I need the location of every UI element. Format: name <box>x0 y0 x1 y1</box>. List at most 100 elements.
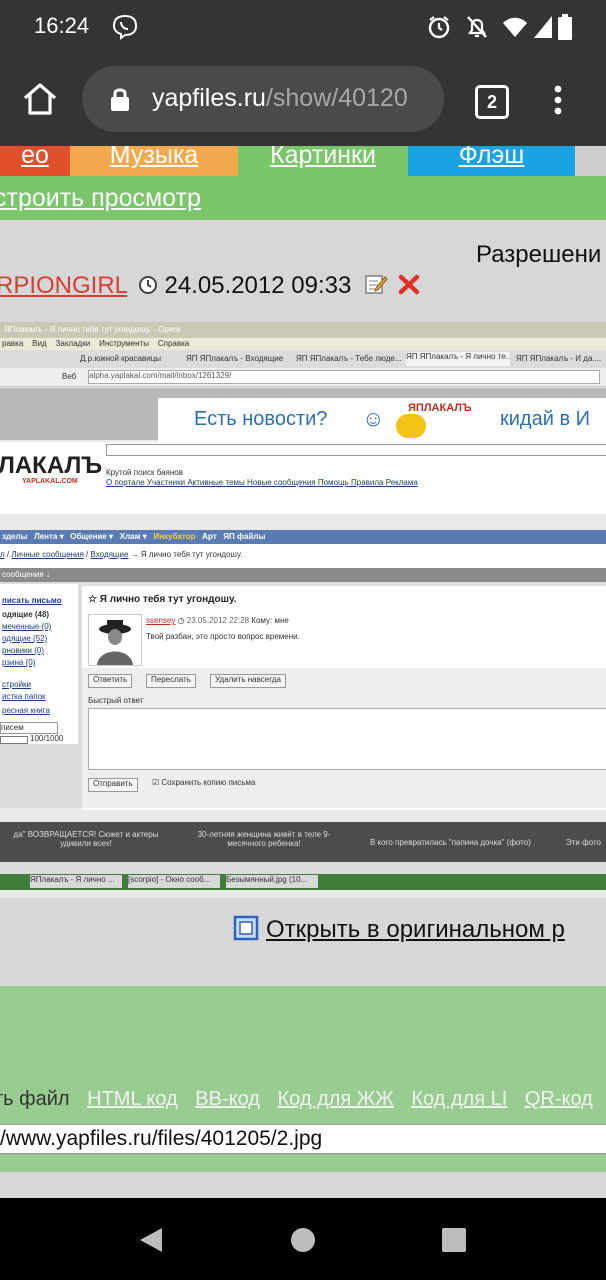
tab-flash-label: Флэш <box>458 146 525 169</box>
url-text: yapfiles.ru/show/40120 <box>152 84 408 113</box>
browser-toolbar: yapfiles.ru/show/40120 2 <box>0 56 606 146</box>
bb-code-link[interactable]: BB-код <box>195 1088 260 1110</box>
clock-icon <box>138 276 157 294</box>
tab-pictures-label: Картинки <box>270 146 376 169</box>
tab-video[interactable]: ео <box>0 146 70 176</box>
shot-top-link: Помощь <box>317 478 349 487</box>
shot-breadcrumb-link: Входящие <box>90 550 129 559</box>
file-label: ть файл <box>0 1088 70 1110</box>
tab-music[interactable]: Музыка <box>70 146 238 176</box>
status-bar: 16:24 <box>0 0 606 56</box>
open-original-row: Открыть в оригинальном р <box>232 914 565 944</box>
lj-code-link[interactable]: Код для ЖЖ <box>278 1088 394 1110</box>
alarm-icon <box>428 16 450 39</box>
tab-pictures[interactable]: Картинки <box>238 146 408 176</box>
shot-smile-icon: ☺ <box>362 406 385 431</box>
shot-menu-bar-item: Лента ▾ <box>34 532 64 541</box>
battery-icon <box>558 14 572 40</box>
shot-search-input <box>106 444 606 456</box>
edit-icon[interactable] <box>364 273 388 295</box>
shot-menu-item: Справка <box>157 339 190 348</box>
author-link[interactable]: RPIONGIRL <box>0 272 127 299</box>
shot-menu-items: зделы Лента ▾ Общение ▾ Хлам ▾ Инкубатор… <box>2 532 265 541</box>
shot-sidebar-item: рновики (0) <box>2 646 45 655</box>
shot-menu-bar-item: Инкубатор <box>153 532 196 541</box>
more-menu-icon[interactable] <box>551 84 565 118</box>
shot-section-bar: сообщения ↓ <box>0 568 606 582</box>
tab-music-label: Музыка <box>109 146 199 169</box>
home-icon[interactable] <box>22 82 58 116</box>
shot-taskbar: ЯПлакалъ - Я лично ... [scorpio] - Окно … <box>0 874 606 890</box>
fullscreen-icon[interactable] <box>232 914 260 942</box>
shot-menu-item: Вид <box>32 339 47 348</box>
shot-banner-left: Есть новости? <box>194 408 328 430</box>
shot-news-item: В кого превратилась "папина дочка" (фото… <box>370 838 531 847</box>
shot-top-link: Новые сообщения <box>246 478 316 487</box>
shot-duck-icon <box>396 414 426 438</box>
shot-progress-bar <box>0 736 28 744</box>
share-codes-row: ть файл HTML код BB-код Код для ЖЖ Код д… <box>0 1088 593 1111</box>
file-url-field[interactable]: /www.yapfiles.ru/files/401205/2.jpg <box>0 1124 606 1154</box>
shot-save-copy-label: Сохранить копию письма <box>161 778 256 787</box>
shot-menu-bar-item: ЯП файлы <box>223 532 266 541</box>
li-code-link[interactable]: Код для LI <box>411 1088 507 1110</box>
system-navigation-bar <box>0 1198 606 1280</box>
shot-forward-button: Переслать <box>146 674 196 688</box>
shot-message-panel: ☆ Я лично тебя тут угондошу. ssensey ◷ 2… <box>82 586 606 810</box>
shot-sidebar-item: одящие (48) <box>2 610 50 619</box>
shot-statusbar <box>0 862 606 874</box>
address-bar[interactable]: yapfiles.ru/show/40120 <box>82 66 444 132</box>
shot-sidebar-item: стройки <box>2 680 31 689</box>
shot-banner-right: кидай в И <box>500 408 590 430</box>
signal-icon <box>534 16 552 38</box>
status-time: 16:24 <box>34 13 90 38</box>
shot-banner-logo: ЯПЛАКАЛЪ <box>408 402 472 414</box>
uploaded-image[interactable]: ЯПлакалъ - Я лично тебя тут угондошу. - … <box>0 322 606 898</box>
delete-icon[interactable] <box>397 273 421 295</box>
shot-sidebar-item: ресная книга <box>2 706 50 715</box>
shot-progress-text: 100/1000 <box>30 734 64 743</box>
tab-flash[interactable]: Флэш <box>408 146 575 176</box>
shot-site-header: ЛАКАЛЪ YAPLAKAL.COM Крутой поиск баянов … <box>0 442 606 514</box>
shot-menu-bar-item: Общение ▾ <box>70 532 114 541</box>
home-nav-icon[interactable] <box>290 1227 316 1253</box>
shot-sidebar-item: меченные (0) <box>2 622 52 631</box>
shot-news-item: 30-летняя женщина живёт в теле 9-месячно… <box>197 830 331 848</box>
view-settings-link[interactable]: строить просмотр <box>0 184 201 213</box>
shot-search-caption: Крутой поиск баянов <box>106 468 184 477</box>
shot-message-meta: ssensey ◷ 23.05.2012 22:28 Кому: мне <box>146 616 289 625</box>
shot-breadcrumb-link: л <box>0 550 5 559</box>
shot-sidebar-item: истка папок <box>2 692 46 701</box>
shot-top-links: О портале Участники Активные темы Новые … <box>106 478 418 487</box>
lock-icon <box>111 88 129 111</box>
tab-switcher-button[interactable]: 2 <box>475 85 509 119</box>
recents-icon[interactable] <box>442 1228 466 1252</box>
url-path: /show/40120 <box>265 84 408 112</box>
post-date: 24.05.2012 09:33 <box>164 272 352 299</box>
shot-section-title: сообщения ↓ <box>2 570 50 579</box>
share-codes-panel: ть файл HTML код BB-код Код для ЖЖ Код д… <box>0 986 606 1172</box>
web-page: ео Музыка Картинки Флэш строить просмотр… <box>0 146 606 1198</box>
shot-breadcrumb: л / Личные сообщения / Входящие → Я личн… <box>0 544 606 568</box>
html-code-link[interactable]: HTML код <box>87 1088 178 1110</box>
shot-top-link: Реклама <box>385 478 418 487</box>
shot-sidebar: писать письмо одящие (48) меченные (0) о… <box>0 584 78 744</box>
shot-reply-button: Ответить <box>88 674 133 688</box>
tab-video-label: ео <box>21 146 49 169</box>
shot-addressbar: Веб alpha.yaplakal.com/mail/inbox/126132… <box>0 368 606 387</box>
shot-logo: ЛАКАЛЪ <box>0 452 103 479</box>
shot-message-author: ssensey <box>146 616 176 625</box>
qr-code-link[interactable]: QR-код <box>525 1088 593 1110</box>
shot-news-item: Эти фото <box>566 838 601 847</box>
shot-message-date: 23.05.2012 22:28 <box>186 616 250 625</box>
back-icon[interactable] <box>138 1226 164 1254</box>
open-original-link[interactable]: Открыть в оригинальном р <box>266 916 565 943</box>
shot-breadcrumb-tail: → Я лично тебя тут угондошу. <box>130 550 243 559</box>
shot-logo-sub: YAPLAKAL.COM <box>22 478 78 485</box>
shot-top-link: Участники <box>146 478 186 487</box>
shot-avatar-figure <box>97 620 133 665</box>
shot-menu-bar: зделы Лента ▾ Общение ▾ Хлам ▾ Инкубатор… <box>0 530 606 544</box>
tab-more[interactable] <box>575 146 606 176</box>
shot-menu-bar-item: Хлам ▾ <box>119 532 147 541</box>
shot-address: alpha.yaplakal.com/mail/inbox/1261329/ <box>88 370 600 384</box>
